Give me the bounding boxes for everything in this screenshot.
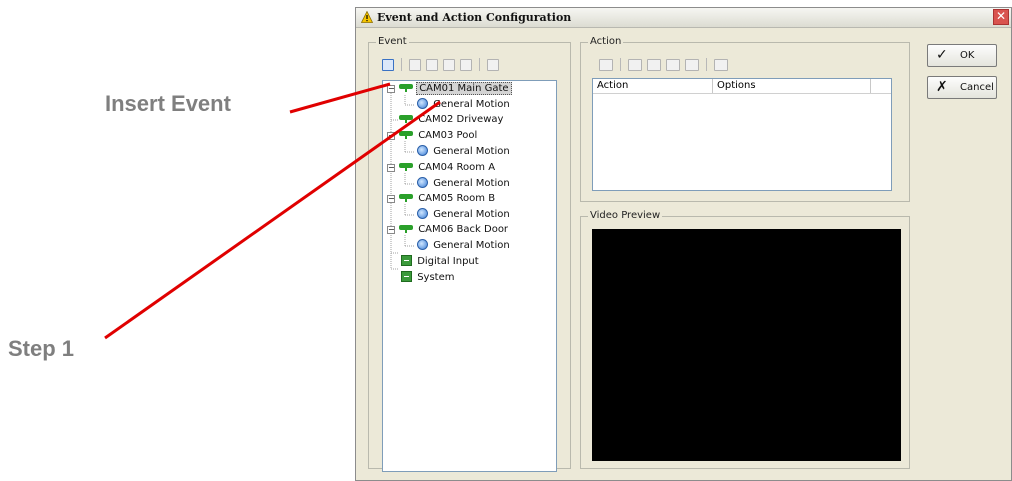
toolbar-separator [479,58,480,71]
cancel-button[interactable]: ✗ Cancel [927,76,997,99]
ok-button-label: OK [960,50,975,61]
toolbar-separator [706,58,707,71]
paste-action-icon[interactable] [666,58,680,71]
camera-icon [399,84,413,92]
cancel-button-label: Cancel [960,82,994,93]
tree-item-label: Digital Input [417,256,479,267]
action-toolbar [599,58,728,71]
properties-icon[interactable] [460,58,472,71]
tree-item-label: CAM03 Pool [418,130,478,141]
tree-item-label: System [417,272,455,283]
toolbar-separator [620,58,621,71]
event-action-config-dialog: Event and Action Configuration ✕ Event −… [355,7,1012,481]
tree-item-label: CAM02 Driveway [418,114,504,125]
column-header-action[interactable]: Action [593,79,713,93]
insert-event-icon[interactable] [382,58,394,71]
tree-item-motion[interactable]: General Motion [417,207,512,222]
collapse-icon[interactable]: − [387,226,395,234]
tree-item-label: General Motion [433,240,510,251]
copy-icon[interactable] [426,58,438,71]
collapse-icon[interactable]: − [387,85,395,93]
step-1-callout: Step 1 [8,336,75,361]
action-group-label: Action [588,35,624,49]
dialog-title: Event and Action Configuration [377,11,572,24]
video-preview-area [592,229,901,461]
camera-icon [399,225,413,233]
event-tree[interactable]: − CAM01 Main Gate General Motion CAM02 D… [382,80,557,472]
tree-item-cam03[interactable]: CAM03 Pool [399,128,479,143]
column-header-options[interactable]: Options [713,79,871,93]
tree-item-label: CAM01 Main Gate [416,82,512,95]
delete-icon[interactable] [409,58,421,71]
tree-item-label: CAM04 Room A [418,162,496,173]
event-toolbar [382,58,499,71]
camera-icon [399,115,413,123]
tree-item-cam01[interactable]: CAM01 Main Gate [399,81,512,96]
tree-item-cam06[interactable]: CAM06 Back Door [399,222,510,237]
tree-item-motion[interactable]: General Motion [417,97,512,112]
ok-button[interactable]: ✓ OK [927,44,997,67]
tree-item-motion[interactable]: General Motion [417,144,512,159]
camera-icon [399,131,413,139]
action-list[interactable]: Action Options [592,78,892,191]
cross-icon: ✗ [936,79,948,95]
collapse-icon[interactable]: − [387,195,395,203]
camera-icon [399,163,413,171]
insert-event-callout: Insert Event [105,91,231,116]
toolbar-separator [401,58,402,71]
tree-item-label: General Motion [433,209,510,220]
tree-item-label: General Motion [433,99,510,110]
edit-action-icon[interactable] [628,58,642,71]
tree-item-label: General Motion [433,178,510,189]
motion-icon [417,98,428,109]
tree-item-cam04[interactable]: CAM04 Room A [399,160,497,175]
video-preview-label: Video Preview [588,209,663,223]
tree-item-motion[interactable]: General Motion [417,176,512,191]
tree-item-cam05[interactable]: CAM05 Room B [399,191,497,206]
motion-icon [417,239,428,250]
tree-item-label: General Motion [433,146,510,157]
system-icon [401,271,412,282]
move-action-icon[interactable] [685,58,699,71]
camera-icon [399,194,413,202]
tree-item-system[interactable]: System [401,270,456,285]
warning-icon [361,11,373,23]
collapse-icon[interactable]: − [387,164,395,172]
collapse-icon[interactable]: − [387,132,395,140]
motion-icon [417,177,428,188]
event-group-label: Event [376,35,409,49]
tree-item-digital-input[interactable]: Digital Input [401,254,481,269]
check-icon: ✓ [936,47,948,63]
digital-input-icon [401,255,412,266]
copy-action-icon[interactable] [647,58,661,71]
paste-icon[interactable] [443,58,455,71]
dialog-titlebar: Event and Action Configuration ✕ [356,8,1011,28]
motion-icon [417,208,428,219]
new-action-icon[interactable] [599,58,613,71]
tree-item-label: CAM06 Back Door [418,224,509,235]
motion-icon [417,145,428,156]
tree-item-label: CAM05 Room B [418,193,496,204]
tree-item-cam02[interactable]: CAM02 Driveway [399,112,505,127]
action-list-header: Action Options [593,79,891,94]
close-button[interactable]: ✕ [993,9,1009,25]
export-icon[interactable] [487,58,499,71]
tree-item-motion[interactable]: General Motion [417,238,512,253]
test-action-icon[interactable] [714,58,728,71]
